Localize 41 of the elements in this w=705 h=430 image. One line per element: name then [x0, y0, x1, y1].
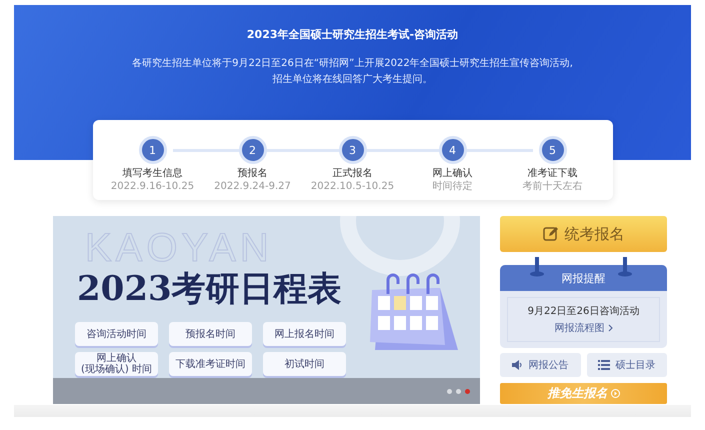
step-number: 1 [138, 136, 166, 164]
reminder-text: 9月22日至26日咨询活动 [528, 305, 640, 318]
banner-title: 2023考研日程表 [77, 268, 343, 311]
schedule-button[interactable]: 预报名时间 [169, 322, 252, 346]
schedule-button[interactable]: 初试时间 [263, 352, 346, 376]
carousel-dot[interactable] [447, 388, 452, 394]
step-date: 2022.10.5-10.25 [310, 180, 394, 193]
chevron-right-icon [608, 324, 612, 332]
schedule-button[interactable]: 下载准考证时间 [169, 352, 252, 376]
signup-button[interactable]: 统考报名 [500, 216, 667, 252]
schedule-button[interactable]: 网上报名时间 [263, 322, 346, 346]
schedule-button[interactable]: 咨询活动时间 [75, 322, 158, 346]
schedule-button[interactable]: 网上确认 (现场确认) 时间 [75, 352, 158, 376]
edit-icon [542, 226, 558, 242]
list-icon [598, 360, 610, 370]
speaker-icon [512, 360, 524, 370]
step-number: 5 [538, 136, 566, 164]
step-date: 考前十天左右 [522, 180, 582, 193]
pin-icon [530, 257, 544, 277]
pin-icon [618, 257, 632, 277]
sidebar-link[interactable]: 硕士目录 [586, 353, 667, 377]
hero-description: 招生单位将在线回答广大考生提问。 [272, 72, 432, 87]
sidebar-link[interactable]: 网报公告 [500, 353, 580, 377]
reminder-title: 网报提醒 [500, 265, 667, 291]
step-name: 填写考生信息 [122, 167, 182, 180]
flowchart-link[interactable]: 网报流程图 [554, 321, 612, 335]
step-name: 网上确认 [432, 167, 472, 180]
step-number: 4 [438, 136, 466, 164]
hero-title: 2023年全国硕士研究生招生考试-咨询活动 [246, 27, 458, 42]
play-icon [610, 389, 620, 398]
carousel-dot[interactable] [456, 388, 461, 394]
hero-description: 各研究生招生单位将于9月22日至26日在“研招网”上开展2022年全国硕士研究生招生宣传咨询活动, [132, 56, 573, 71]
step-date: 2022.9.16-10.25 [110, 180, 194, 193]
step-date: 时间待定 [432, 180, 472, 193]
step-number: 2 [238, 136, 266, 164]
step-number: 3 [338, 136, 366, 164]
step-name: 正式报名 [332, 167, 372, 180]
step-name: 预报名 [238, 167, 268, 180]
carousel-dot[interactable] [465, 388, 470, 394]
step-date: 2022.9.24-9.27 [214, 180, 291, 193]
step-name: 准考证下载 [528, 167, 578, 180]
